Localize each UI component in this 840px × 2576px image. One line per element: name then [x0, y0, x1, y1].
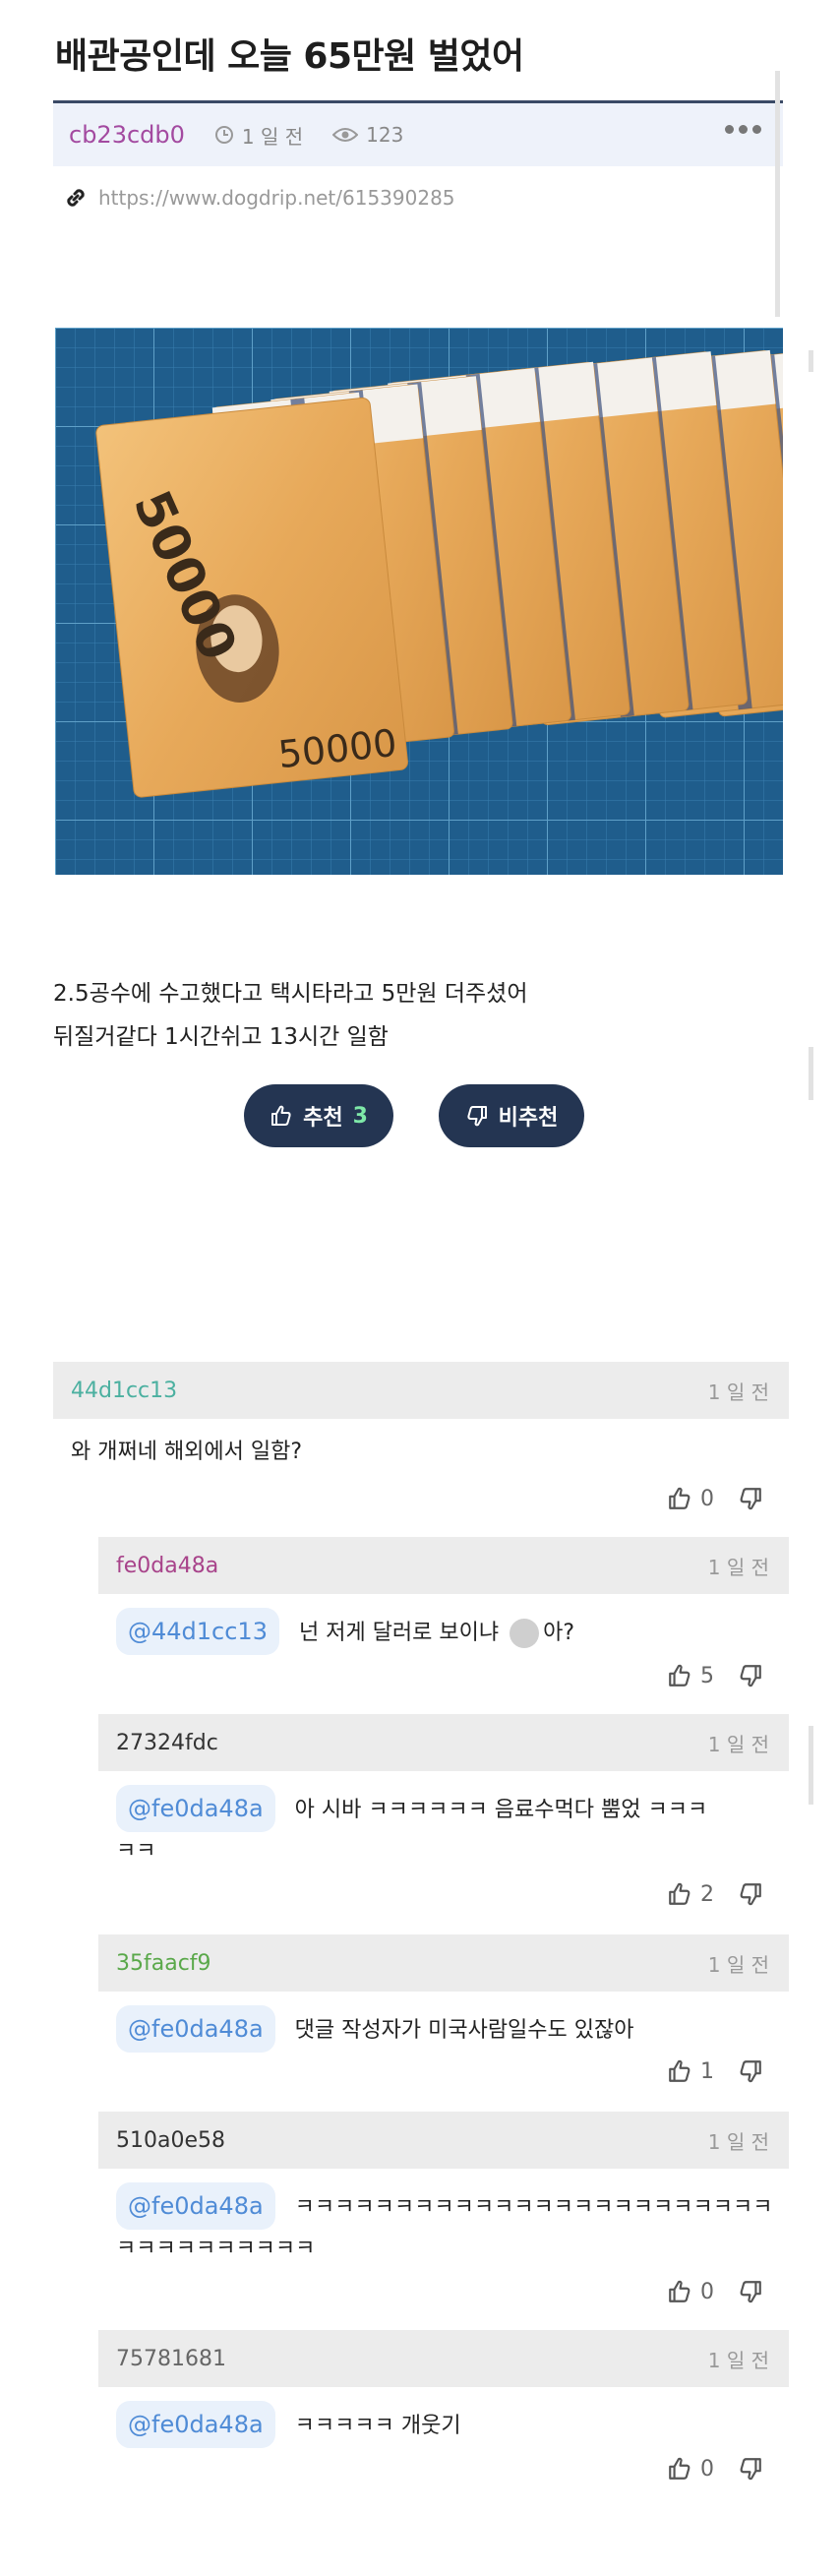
mention-tag[interactable]: @fe0da48a [116, 2005, 275, 2053]
thumbs-down-icon [467, 1106, 487, 1127]
reply-text-part: ㅋㅋㅋㅋㅋㅋㅋㅋㅋㅋㅋㅋㅋㅋㅋㅋㅋㅋㅋㅋㅋㅋㅋㅋ [294, 2195, 773, 2220]
reply-text: @fe0da48a ㅋㅋㅋㅋㅋㅋㅋㅋㅋㅋㅋㅋㅋㅋㅋㅋㅋㅋㅋㅋㅋㅋㅋㅋ ㅋㅋㅋㅋㅋㅋㅋ… [116, 2182, 795, 2269]
reply-text-part: 넌 저게 달러로 보이냐 [298, 1621, 507, 1645]
comment-author[interactable]: 510a0e58 [116, 2128, 225, 2153]
reply-text: @fe0da48a ㅋㅋㅋㅋㅋ 개웃기 [116, 2401, 461, 2448]
reply-header: 35faacf9 1 일 전 [98, 1934, 789, 1992]
comment-like-count: 0 [700, 1486, 714, 1511]
comment-actions: 0 [667, 2456, 763, 2482]
comment-time: 1 일 전 [707, 2348, 769, 2372]
blurred-text [510, 1619, 540, 1648]
upvote-button[interactable]: 추천 3 [244, 1084, 393, 1147]
post-meta-bar: cb23cdb0 1 일 전 123 [53, 103, 783, 166]
more-options-button[interactable] [725, 125, 761, 134]
scrollbar[interactable] [775, 71, 780, 317]
reply-text-part: 아 시바 ㅋㅋㅋㅋㅋㅋ 음료수먹다 뿜었 ㅋㅋㅋ [294, 1798, 708, 1822]
scrollbar-marker [809, 350, 813, 372]
reply-header: 510a0e58 1 일 전 [98, 2112, 789, 2169]
post-url-row[interactable]: https://www.dogdrip.net/615390285 [63, 185, 455, 211]
reply-text: @fe0da48a 댓글 작성자가 미국사람일수도 있잖아 [116, 2005, 634, 2053]
more-dot-icon [725, 125, 734, 134]
reply-text-part: 아? [543, 1621, 575, 1645]
banknotes-photo: 50000 50000 [55, 328, 783, 875]
comment-like-count: 0 [700, 2279, 714, 2304]
clock-icon [214, 126, 233, 144]
thumbs-down-icon[interactable] [738, 1881, 763, 1907]
comment-actions: 0 [667, 2279, 763, 2304]
thumbs-down-icon[interactable] [738, 2456, 763, 2482]
mention-tag[interactable]: @fe0da48a [116, 2182, 275, 2230]
thumbs-down-icon[interactable] [738, 1486, 763, 1511]
banknote-front: 50000 50000 [95, 397, 408, 798]
more-dot-icon [739, 125, 748, 134]
downvote-button[interactable]: 비추천 [439, 1084, 584, 1147]
reply-text: @44d1cc13 넌 저게 달러로 보이냐 아? [116, 1608, 574, 1655]
reply-text-part: ㅋㅋ [116, 1839, 156, 1864]
comment-time: 1 일 전 [707, 1555, 769, 1579]
comment-time: 1 일 전 [707, 1732, 769, 1756]
comment-text: 와 개쩌네 해외에서 일함? [71, 1440, 303, 1464]
thumbs-down-icon[interactable] [738, 2279, 763, 2304]
reply-text-part: ㅋㅋㅋㅋㅋㅋㅋㅋㅋㅋ [116, 2237, 316, 2261]
comment-actions: 2 [667, 1881, 763, 1907]
downvote-label: 비추천 [498, 1106, 559, 1131]
reply-header: fe0da48a 1 일 전 [98, 1537, 789, 1594]
comment-like-count: 5 [700, 1663, 714, 1688]
reply-text-part: 댓글 작성자가 미국사람일수도 있잖아 [294, 2018, 634, 2043]
comment-time: 1 일 전 [707, 2129, 769, 2154]
thumbs-up-icon[interactable] [667, 1881, 692, 1907]
reply-header: 75781681 1 일 전 [98, 2330, 789, 2387]
more-dot-icon [752, 125, 761, 134]
eye-icon [332, 128, 359, 142]
thumbs-up-icon[interactable] [667, 1663, 692, 1688]
comment-time: 1 일 전 [707, 1952, 769, 1977]
post-image[interactable]: 50000 50000 [55, 328, 783, 875]
link-icon [67, 189, 85, 207]
comment-author[interactable]: fe0da48a [116, 1554, 218, 1578]
post-body-line: 뒤질거같다 1시간쉬고 13시간 일함 [53, 1024, 389, 1050]
upvote-count: 3 [352, 1103, 368, 1129]
reply-text-part: ㅋㅋㅋㅋㅋ 개웃기 [294, 2414, 461, 2438]
comment-like-count: 0 [700, 2456, 714, 2482]
thumbs-down-icon[interactable] [738, 2058, 763, 2084]
thumbs-up-icon[interactable] [667, 2279, 692, 2304]
upvote-label: 추천 [303, 1106, 343, 1131]
comment-actions: 5 [667, 1663, 763, 1688]
thumbs-down-icon[interactable] [738, 1663, 763, 1688]
comment-author[interactable]: 44d1cc13 [71, 1379, 177, 1403]
reply-header: 27324fdc 1 일 전 [98, 1714, 789, 1771]
comment-actions: 0 [667, 1486, 763, 1511]
mention-tag[interactable]: @44d1cc13 [116, 1608, 279, 1655]
comment-like-count: 2 [700, 1881, 714, 1907]
comment-author[interactable]: 35faacf9 [116, 1951, 211, 1976]
scrollbar-marker [809, 1726, 813, 1805]
comment-header: 44d1cc13 1 일 전 [53, 1362, 789, 1419]
comment-like-count: 1 [700, 2058, 714, 2084]
thumbs-up-icon [271, 1105, 291, 1126]
thumbs-up-icon[interactable] [667, 2456, 692, 2482]
comment-time: 1 일 전 [707, 1380, 769, 1404]
scrollbar-marker [809, 1047, 813, 1100]
post-author[interactable]: cb23cdb0 [69, 121, 185, 149]
post-views: 123 [332, 123, 403, 147]
comment-author[interactable]: 27324fdc [116, 1731, 218, 1755]
thumbs-up-icon[interactable] [667, 2058, 692, 2084]
thumbs-up-icon[interactable] [667, 1486, 692, 1511]
post-title: 배관공인데 오늘 65만원 벌었어 [55, 36, 524, 77]
post-views-count: 123 [366, 123, 404, 147]
post-time-text: 1 일 전 [241, 124, 304, 149]
comment-actions: 1 [667, 2058, 763, 2084]
reply-text: @fe0da48a 아 시바 ㅋㅋㅋㅋㅋㅋ 음료수먹다 뿜었 ㅋㅋㅋㅋㅋ [116, 1785, 775, 1871]
post-time: 1 일 전 [214, 121, 303, 150]
mention-tag[interactable]: @fe0da48a [116, 2401, 275, 2448]
post-body-line: 2.5공수에 수고했다고 택시타라고 5만원 더주셨어 [53, 981, 528, 1007]
post-url[interactable]: https://www.dogdrip.net/615390285 [98, 186, 455, 210]
mention-tag[interactable]: @fe0da48a [116, 1785, 275, 1832]
comment-author[interactable]: 75781681 [116, 2347, 226, 2371]
